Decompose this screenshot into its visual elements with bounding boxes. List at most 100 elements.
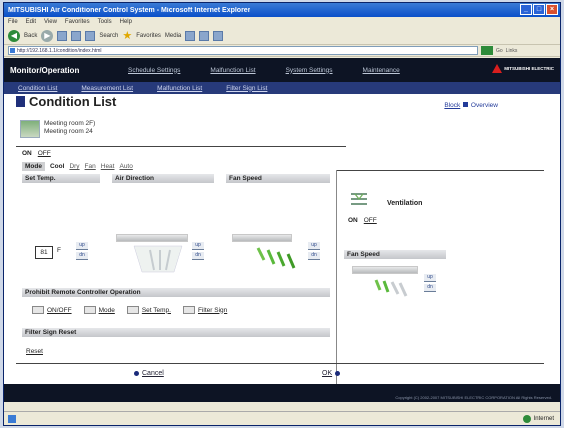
close-button[interactable]: × — [546, 4, 558, 15]
logo-text: MITSUBISHI ELECTRIC — [504, 66, 554, 71]
nav-schedule-settings[interactable]: Schedule Settings — [128, 67, 180, 74]
temp-up-button[interactable]: up — [76, 242, 88, 250]
mitsubishi-logo: MITSUBISHI ELECTRIC — [492, 64, 554, 73]
go-icon[interactable] — [481, 46, 493, 55]
mode-heat[interactable]: Heat — [101, 163, 115, 170]
vent-fan-speed-stepper: up dn — [424, 274, 436, 292]
menu-file[interactable]: File — [8, 19, 18, 25]
ac-on-button[interactable]: ON — [22, 150, 32, 157]
page-status-icon — [8, 414, 16, 423]
window-title: MITSUBISHI Air Conditioner Control Syste… — [8, 6, 251, 14]
print-icon[interactable] — [213, 30, 224, 41]
checkbox-icon — [182, 306, 195, 314]
temp-down-button[interactable]: dn — [76, 252, 88, 260]
ok-button[interactable]: OK — [322, 370, 341, 377]
forward-icon[interactable]: ▶ — [41, 29, 54, 42]
subnav-condition-list[interactable]: Condition List — [18, 85, 57, 92]
vent-fan-speed-icon — [374, 279, 408, 297]
address-bar: http://192.168.1.1/condition/index.html … — [4, 45, 560, 57]
air-direction-down-button[interactable]: dn — [192, 252, 204, 260]
back-icon[interactable]: ◀ — [8, 29, 20, 42]
refresh-icon[interactable] — [71, 30, 82, 41]
maximize-button[interactable]: □ — [533, 4, 545, 15]
group-info: Meeting room 2F) Meeting room 24 — [20, 120, 95, 138]
title-bullet-icon — [16, 96, 25, 107]
address-input[interactable]: http://192.168.1.1/condition/index.html — [8, 46, 478, 55]
minimize-button[interactable]: _ — [520, 4, 532, 15]
vent-fan-speed-up-button[interactable]: up — [424, 274, 436, 282]
menu-view[interactable]: View — [44, 19, 57, 25]
checkbox-icon — [32, 306, 44, 314]
divider — [16, 146, 346, 147]
ventilation-on-button[interactable]: ON — [348, 217, 358, 224]
nav-monitor-operation[interactable]: Monitor/Operation — [10, 66, 128, 75]
fan-speed-bar — [232, 234, 292, 242]
filter-sign-header: Filter Sign Reset — [22, 328, 330, 337]
prohibit-options: ON/OFF Mode Set Temp. Filter Sign — [32, 306, 227, 314]
browser-window: MITSUBISHI Air Conditioner Control Syste… — [3, 2, 561, 426]
globe-icon — [522, 414, 531, 423]
block-link[interactable]: Block — [444, 102, 460, 109]
air-direction-up-button[interactable]: up — [192, 242, 204, 250]
nav-system-settings[interactable]: System Settings — [286, 67, 333, 74]
subnav-measurement-list[interactable]: Measurement List — [81, 85, 133, 92]
temp-unit: F — [57, 247, 61, 254]
vent-fan-speed-down-button[interactable]: dn — [424, 284, 436, 292]
favorites-icon[interactable]: ★ — [122, 30, 132, 41]
prohibit-onoff-label: ON/OFF — [47, 306, 72, 314]
cancel-label: Cancel — [142, 370, 164, 377]
go-button[interactable]: Go — [496, 48, 503, 54]
group-unit-icon — [20, 120, 40, 138]
prohibit-mode-label: Mode — [98, 306, 115, 314]
nav-maintenance[interactable]: Maintenance — [363, 67, 400, 74]
prohibit-filtersign-checkbox[interactable]: Filter Sign — [182, 306, 227, 314]
cancel-button[interactable]: Cancel — [134, 370, 164, 377]
menu-tools[interactable]: Tools — [98, 19, 112, 25]
menu-help[interactable]: Help — [120, 19, 132, 25]
menu-favorites[interactable]: Favorites — [65, 19, 90, 25]
nav-malfunction-list[interactable]: Malfunction List — [210, 67, 255, 74]
prohibit-onoff-checkbox[interactable]: ON/OFF — [32, 306, 72, 314]
subnav-malfunction-list[interactable]: Malfunction List — [157, 85, 202, 92]
menu-edit[interactable]: Edit — [26, 19, 36, 25]
window-titlebar[interactable]: MITSUBISHI Air Conditioner Control Syste… — [4, 3, 560, 17]
vent-fan-speed-bar — [352, 266, 418, 274]
air-direction-stepper: up dn — [192, 242, 204, 260]
prohibit-settemp-checkbox[interactable]: Set Temp. — [126, 306, 171, 314]
ventilation-off-button[interactable]: OFF — [364, 217, 377, 224]
divider — [336, 170, 337, 385]
ventilation-icon — [351, 193, 367, 205]
mail-icon[interactable] — [199, 30, 210, 41]
ventilation-label: Ventilation — [387, 200, 423, 207]
subnav-filter-sign-list[interactable]: Filter Sign List — [226, 85, 267, 92]
media-button[interactable]: Media — [165, 33, 181, 39]
vent-fanspeed-header: Fan Speed — [344, 250, 446, 259]
filter-reset-button[interactable]: Reset — [26, 348, 43, 355]
checkbox-icon — [126, 306, 139, 314]
settemp-header: Set Temp. — [22, 174, 100, 183]
prohibit-settemp-label: Set Temp. — [141, 306, 171, 314]
ac-off-button[interactable]: OFF — [38, 150, 51, 157]
group-name-2: Meeting room 24 — [44, 128, 93, 135]
fan-speed-up-button[interactable]: up — [308, 242, 320, 250]
home-icon[interactable] — [85, 30, 96, 41]
links-button[interactable]: Links — [506, 48, 518, 54]
back-label[interactable]: Back — [24, 33, 37, 39]
fan-speed-down-button[interactable]: dn — [308, 252, 320, 260]
overview-link[interactable]: Overview — [471, 102, 498, 109]
mode-auto[interactable]: Auto — [119, 163, 132, 170]
fan-speed-icon — [256, 247, 296, 269]
prohibit-mode-checkbox[interactable]: Mode — [83, 306, 115, 314]
group-name-1: Meeting room 2F) — [44, 120, 96, 127]
mode-dry[interactable]: Dry — [69, 163, 79, 170]
status-bar: Internet — [4, 411, 560, 425]
search-button[interactable]: Search — [99, 33, 118, 39]
history-icon[interactable] — [185, 30, 196, 41]
mode-fan[interactable]: Fan — [85, 163, 96, 170]
favorites-button[interactable]: Favorites — [136, 33, 161, 39]
stop-icon[interactable] — [57, 30, 68, 41]
fanspeed-header: Fan Speed — [226, 174, 330, 183]
security-zone: Internet — [522, 414, 554, 423]
temp-stepper: up dn — [76, 242, 88, 260]
mode-cool[interactable]: Cool — [50, 163, 64, 170]
